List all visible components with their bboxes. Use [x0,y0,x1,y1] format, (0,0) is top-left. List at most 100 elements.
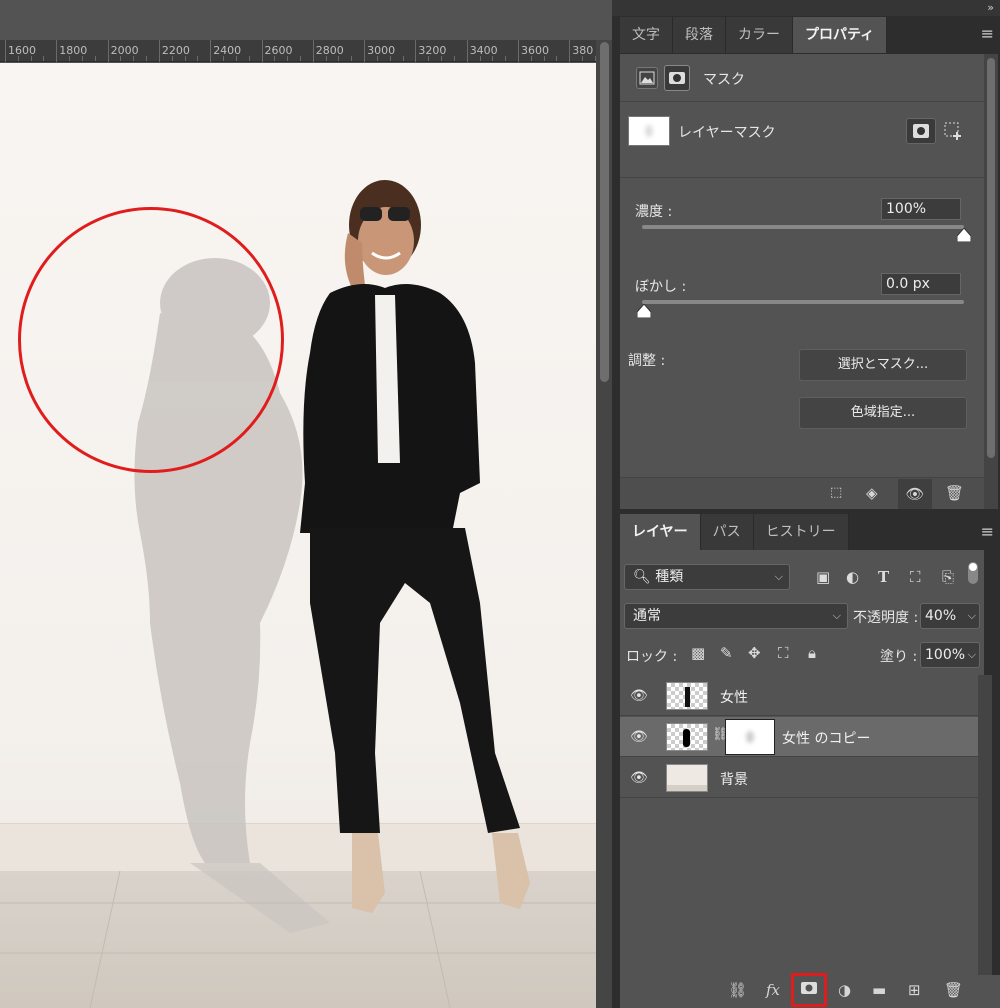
ruler-minor-tick [351,56,353,61]
layer-mask-thumbnail[interactable] [725,719,775,755]
filter-adjustment-icon[interactable]: ◐ [846,568,859,586]
blend-mode-value: 通常 [633,608,661,624]
delete-layer-icon[interactable]: 🗑 [944,981,963,999]
blend-mode-dropdown[interactable]: 通常 ⌵ [624,603,848,629]
collapse-panels-icon[interactable]: » [987,1,994,14]
lock-artboard-icon[interactable]: ⛶ [778,644,789,662]
layer-name[interactable]: 女性 のコピー [782,728,870,748]
lock-transparency-icon[interactable]: ▩ [691,644,705,662]
density-slider-track[interactable] [642,225,964,229]
ruler-minor-tick [556,56,558,61]
canvas-scroll-thumb[interactable] [600,42,609,382]
tab-paths[interactable]: パス [700,514,754,550]
pixel-mask-icon[interactable] [636,67,658,89]
fill-label: 塗り : [880,649,918,665]
scene-illustration [0,180,596,1008]
new-layer-icon[interactable]: ⊞ [908,981,921,999]
filter-toggle-switch[interactable] [968,562,978,584]
ruler-tick-label: 3400 [469,44,498,57]
opacity-label: 不透明度 : [853,610,919,626]
filter-smart-object-icon[interactable]: ⎘ [942,568,954,586]
layer-mask-label: レイヤーマスク [678,125,776,141]
ruler-minor-tick [441,56,443,61]
properties-tab-row: 文字 段落 カラー プロパティ [620,17,888,53]
feather-slider-knob[interactable] [637,304,651,318]
ruler-tick-line [466,40,468,62]
density-label: 濃度 : [635,204,673,220]
load-selection-icon[interactable]: ⬚ [830,485,842,500]
chevron-down-icon: ⌵ [967,648,976,661]
ruler-tick-label: 2200 [161,44,190,57]
density-value-field[interactable]: 100% [881,198,961,220]
layer-mask-type-icon[interactable] [664,65,690,91]
ruler-minor-tick [582,56,584,61]
feather-label: ぼかし : [635,279,687,295]
ruler-minor-tick [17,56,19,61]
layer-name[interactable]: 女性 [720,687,748,707]
filter-pixel-icon[interactable]: ▣ [816,568,830,586]
feather-value-field[interactable]: 0.0 px [881,273,961,295]
ruler-tick-label: 3000 [367,44,396,57]
apply-mask-icon[interactable]: ◈ [866,484,878,502]
ruler-minor-tick [248,56,250,61]
feather-slider-track[interactable] [642,300,964,304]
lock-all-icon[interactable]: 🔒︎ [808,644,816,662]
properties-panel: マスク レイヤーマスク 濃度 : 100% ぼかし : 0.0 px 調整 : … [620,54,984,509]
tab-color[interactable]: カラー [726,17,793,53]
layer-row-background[interactable]: 👁 背景 [620,758,978,798]
disable-mask-eye-icon[interactable]: 👁 [898,479,932,509]
canvas-area[interactable]: 1600 1800 2000 2200 2400 2600 2800 3000 3200 3400… [0,0,612,1008]
visibility-eye-icon[interactable]: 👁 [630,729,648,745]
ruler-tick-line [312,40,314,62]
ruler-minor-tick [43,56,45,61]
fx-icon[interactable]: fx [766,981,780,999]
layer-name[interactable]: 背景 [720,769,748,789]
delete-mask-icon[interactable]: 🗑 [945,484,964,502]
chevron-down-icon: ⌵ [774,570,783,583]
tab-history[interactable]: ヒストリー [753,514,849,550]
filter-type-icon[interactable]: T [878,568,889,586]
adjust-label: 調整 : [628,353,666,369]
add-vector-mask-icon[interactable] [942,120,964,142]
select-and-mask-button[interactable]: 選択とマスク... [799,349,967,381]
properties-panel-menu-icon[interactable]: ≡ [981,24,994,43]
link-layers-icon[interactable]: ⛓ [728,981,747,999]
document-photo[interactable] [0,63,596,1008]
layer-mask-thumbnail[interactable] [628,116,670,146]
opacity-field[interactable]: 40% ⌵ [920,603,980,629]
adjustment-layer-icon[interactable]: ◑ [838,981,851,999]
layer-filter-dropdown[interactable]: 🔍︎ 種類 ⌵ [624,564,790,590]
visibility-eye-icon[interactable]: 👁 [630,688,648,704]
ruler-minor-tick [530,56,532,61]
select-mask-icon[interactable] [906,118,936,144]
new-group-folder-icon[interactable]: ▬ [872,981,886,999]
lock-image-brush-icon[interactable]: ✎ [720,644,733,662]
layer-thumbnail [666,682,708,710]
properties-scroll-thumb[interactable] [987,58,995,458]
layer-row-woman[interactable]: 👁 女性 [620,676,978,716]
ruler-minor-tick [69,56,71,61]
layers-panel-menu-icon[interactable]: ≡ [981,522,994,541]
layer-row-woman-copy[interactable]: 👁 ⛓ 女性 のコピー [620,717,978,757]
density-slider-knob[interactable] [957,228,971,242]
fill-field[interactable]: 100% ⌵ [920,642,980,668]
ruler-minor-tick [299,56,301,61]
opacity-value: 40% [925,608,957,624]
filter-shape-icon[interactable]: ⛶ [910,568,921,586]
lock-position-move-icon[interactable]: ✥ [748,644,761,662]
visibility-eye-icon[interactable]: 👁 [630,770,648,786]
tab-layers[interactable]: レイヤー [620,514,701,550]
ruler-minor-tick [146,56,148,61]
tab-properties[interactable]: プロパティ [793,17,888,53]
color-range-button[interactable]: 色域指定... [799,397,967,429]
properties-scrollbar[interactable] [984,54,998,509]
layers-scrollbar[interactable] [978,675,992,975]
ruler-minor-tick [402,56,404,61]
panel-top-strip: » [612,0,1000,16]
properties-header-label: マスク [703,72,745,88]
ruler-tick-label: 2400 [213,44,242,57]
ruler-minor-tick [197,56,199,61]
layers-tab-row: レイヤー パス ヒストリー [620,514,849,550]
tab-text[interactable]: 文字 [620,17,673,53]
tab-paragraph[interactable]: 段落 [673,17,726,53]
